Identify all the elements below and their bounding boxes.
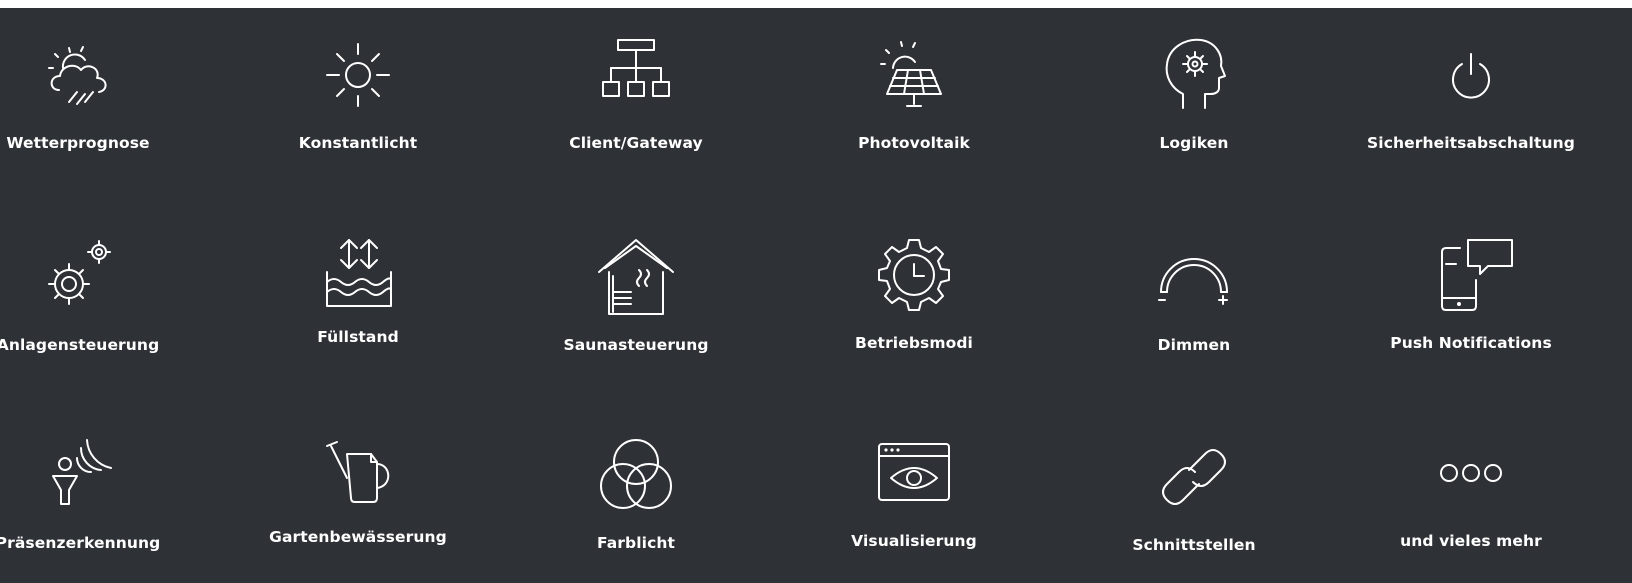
feature-label: Konstantlicht <box>298 134 418 152</box>
feature-logiken: Logiken <box>1094 30 1294 180</box>
feature-label: Client/Gateway <box>569 134 703 152</box>
feature-betriebsmodi: Betriebsmodi <box>814 230 1014 380</box>
more-dots-icon <box>1426 428 1516 518</box>
gears-icon <box>33 232 123 322</box>
feature-client-gateway: Client/Gateway <box>536 30 736 180</box>
feature-und-vieles-mehr: und vieles mehr <box>1371 428 1571 578</box>
feature-fuellstand: Füllstand <box>258 224 458 374</box>
power-icon <box>1426 30 1516 120</box>
color-circles-icon <box>591 430 681 520</box>
feature-label: Farblicht <box>596 534 676 552</box>
feature-schnittstellen: Schnittstellen <box>1094 432 1294 582</box>
feature-label: Schnittstellen <box>1132 536 1256 554</box>
browser-eye-icon <box>869 428 959 518</box>
sun-icon <box>313 30 403 120</box>
feature-label: Visualisierung <box>851 532 977 550</box>
network-hierarchy-icon <box>591 30 681 120</box>
feature-visualisierung: Visualisierung <box>814 428 1014 578</box>
feature-gartenbewaesserung: Gartenbewässerung <box>258 424 458 574</box>
feature-label: und vieles mehr <box>1400 532 1542 550</box>
feature-praesenzerkennung: Präsenzerkennung <box>0 430 178 580</box>
water-level-icon <box>313 224 403 314</box>
feature-push-notifications: Push Notifications <box>1371 230 1571 380</box>
feature-farblicht: Farblicht <box>536 430 736 580</box>
gear-clock-icon <box>869 230 959 320</box>
feature-label: Betriebsmodi <box>855 334 973 352</box>
feature-label: Photovoltaik <box>858 134 970 152</box>
presence-sensor-icon <box>33 430 123 520</box>
feature-label: Präsenzerkennung <box>0 534 161 552</box>
chain-link-icon <box>1149 432 1239 522</box>
features-panel: Wetterprognose Konstantlicht Client/Gate… <box>0 8 1632 583</box>
feature-sicherheitsabschaltung: Sicherheitsabschaltung <box>1367 30 1575 180</box>
feature-label: Gartenbewässerung <box>269 528 447 546</box>
feature-label: Logiken <box>1159 134 1229 152</box>
head-gear-icon <box>1149 30 1239 120</box>
feature-label: Füllstand <box>317 328 399 346</box>
weather-icon <box>33 30 123 120</box>
feature-dimmen: Dimmen <box>1094 232 1294 382</box>
feature-konstantlicht: Konstantlicht <box>258 30 458 180</box>
feature-wetterprognose: Wetterprognose <box>0 30 178 180</box>
feature-label: Sicherheitsabschaltung <box>1367 134 1575 152</box>
feature-anlagensteuerung: Anlagensteuerung <box>0 232 178 382</box>
feature-label: Anlagensteuerung <box>0 336 160 354</box>
feature-label: Dimmen <box>1157 336 1231 354</box>
feature-label: Wetterprognose <box>6 134 150 152</box>
feature-saunasteuerung: Saunasteuerung <box>536 232 736 382</box>
feature-label: Push Notifications <box>1390 334 1552 352</box>
dimmer-arc-icon <box>1149 232 1239 322</box>
feature-photovoltaik: Photovoltaik <box>814 30 1014 180</box>
solar-panel-icon <box>869 30 959 120</box>
phone-message-icon <box>1426 230 1516 320</box>
feature-label: Saunasteuerung <box>563 336 709 354</box>
sauna-house-icon <box>591 232 681 322</box>
watering-can-icon <box>313 424 403 514</box>
